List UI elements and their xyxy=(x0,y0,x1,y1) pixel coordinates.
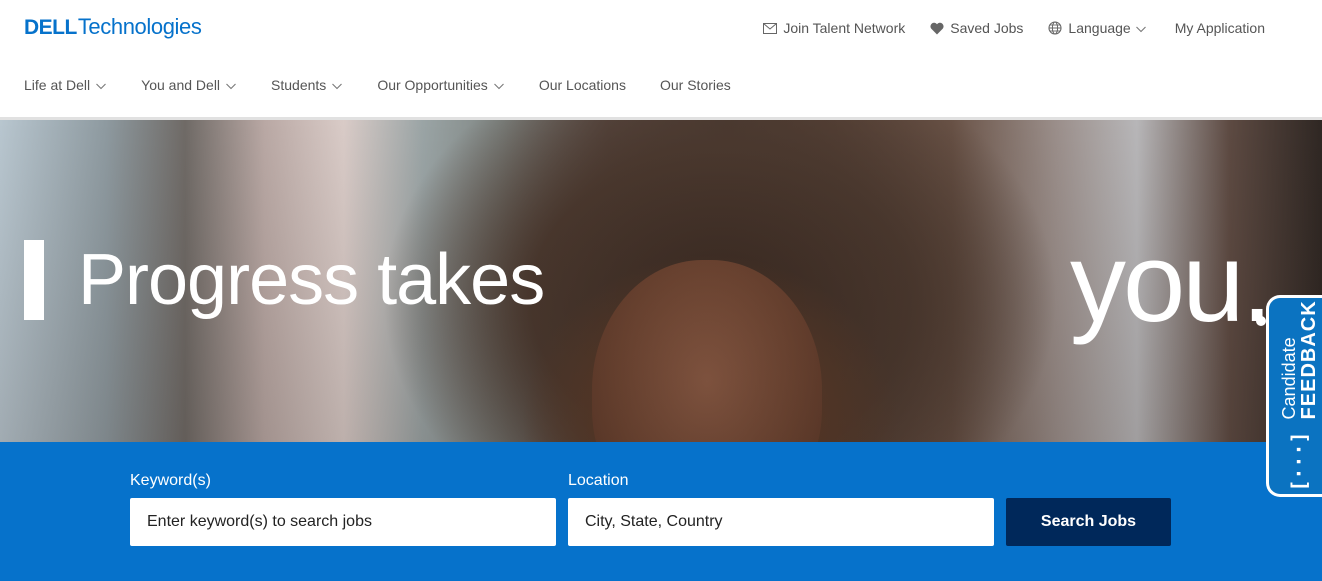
nav-item-our-stories[interactable]: Our Stories xyxy=(660,74,731,96)
chevron-down-icon xyxy=(1135,22,1147,34)
join-talent-network-label: Join Talent Network xyxy=(783,20,906,36)
nav-item-label: Our Stories xyxy=(659,77,731,93)
saved-jobs-label: Saved Jobs xyxy=(950,20,1024,36)
hero-accent-bar xyxy=(24,240,44,320)
saved-jobs-link[interactable]: Saved Jobs xyxy=(929,18,1023,38)
search-jobs-button[interactable]: Search Jobs xyxy=(1006,498,1171,546)
nav-item-label: Our Opportunities xyxy=(377,77,488,93)
site-header: DELL Technologies Join Talent Network Sa… xyxy=(0,0,1322,120)
utility-nav: Join Talent Network Saved Jobs Language … xyxy=(762,18,1265,38)
chevron-down-icon xyxy=(95,79,107,91)
feedback-tab-content: [···] Candidate FEEDBACK xyxy=(1278,300,1320,492)
my-application-label: My Application xyxy=(1174,20,1265,36)
logo-dell: DELL xyxy=(24,16,77,39)
feedback-icon: [···] xyxy=(1286,431,1311,492)
nav-item-label: You and Dell xyxy=(141,77,221,93)
feedback-line-candidate: Candidate xyxy=(1278,337,1299,420)
candidate-feedback-tab[interactable]: [···] Candidate FEEDBACK xyxy=(1266,295,1322,497)
location-label: Location xyxy=(568,472,629,489)
main-nav: Life at Dell You and Dell Students Our O… xyxy=(24,74,765,96)
chevron-down-icon xyxy=(331,79,343,91)
my-application-link[interactable]: My Application xyxy=(1175,18,1265,38)
feedback-text: Candidate FEEDBACK xyxy=(1278,300,1320,420)
logo-technologies: Technologies xyxy=(77,14,202,39)
chevron-down-icon xyxy=(225,79,237,91)
hero-headline-right: you. xyxy=(1070,220,1273,345)
nav-item-students[interactable]: Students xyxy=(271,74,343,96)
keyword-input[interactable] xyxy=(130,498,556,546)
keyword-label: Keyword(s) xyxy=(130,472,211,489)
hero-headline-left: Progress takes xyxy=(78,240,545,320)
nav-item-label: Students xyxy=(271,77,327,93)
heart-icon xyxy=(929,21,944,36)
hero-banner: Progress takes you. xyxy=(0,120,1322,442)
nav-item-life-at-dell[interactable]: Life at Dell xyxy=(24,74,107,96)
chevron-down-icon xyxy=(493,79,505,91)
dell-technologies-logo[interactable]: DELL Technologies xyxy=(24,14,202,42)
globe-icon xyxy=(1047,21,1062,36)
feedback-tab-dot xyxy=(1256,316,1266,326)
nav-item-label: Life at Dell xyxy=(24,77,91,93)
envelope-icon xyxy=(762,21,777,36)
language-dropdown[interactable]: Language xyxy=(1047,18,1146,38)
nav-item-our-locations[interactable]: Our Locations xyxy=(539,74,626,96)
join-talent-network-link[interactable]: Join Talent Network xyxy=(762,18,905,38)
nav-item-our-opportunities[interactable]: Our Opportunities xyxy=(377,74,505,96)
language-label: Language xyxy=(1068,20,1131,36)
nav-item-label: Our Locations xyxy=(538,77,626,93)
location-input[interactable] xyxy=(568,498,994,546)
nav-item-you-and-dell[interactable]: You and Dell xyxy=(141,74,237,96)
job-search-bar: Keyword(s) Location Search Jobs xyxy=(0,442,1322,581)
feedback-line-feedback: FEEDBACK xyxy=(1297,300,1320,420)
